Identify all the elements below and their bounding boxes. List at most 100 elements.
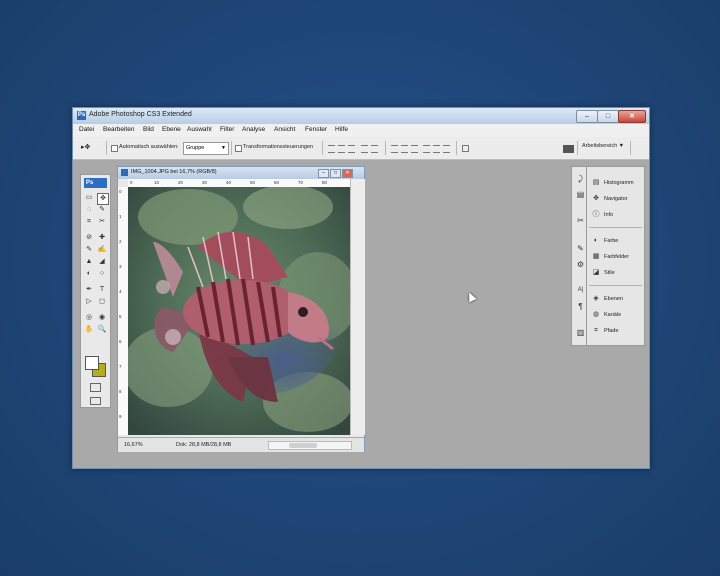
marquee-tool-icon[interactable]: ▭	[84, 193, 94, 203]
distribute-top-icon[interactable]	[391, 145, 398, 153]
history-panel-icon[interactable]: ⤸	[575, 173, 586, 184]
document-title-bar[interactable]: IMG_1004.JPG bei 16,7% (RGB/8) – □ ✕	[118, 167, 364, 179]
hand-tool-icon[interactable]: ✋	[84, 325, 94, 335]
shape-tool-icon[interactable]: ◻	[97, 297, 107, 307]
separator	[456, 141, 457, 155]
bridge-icon[interactable]	[563, 145, 574, 153]
panel-stile[interactable]: ◪ Stile	[591, 267, 643, 279]
transform-controls-checkbox[interactable]	[235, 145, 242, 152]
clone-stamp-tool-icon[interactable]: ✎	[84, 245, 94, 255]
document-status-bar: 16,67% Dok: 28,8 MB/28,8 MB	[118, 437, 364, 452]
auto-select-checkbox[interactable]	[111, 145, 118, 152]
swatches-icon: ▦	[592, 253, 600, 260]
workspace-button[interactable]: Arbeitsbereich ▼	[582, 143, 624, 149]
history-brush-tool-icon[interactable]: ✍	[97, 245, 107, 255]
minimize-button[interactable]: –	[576, 110, 598, 123]
panel-info[interactable]: ⓘ Info	[591, 209, 643, 221]
panel-farbe[interactable]: ◐ Farbe	[591, 235, 643, 247]
distribute-left-icon[interactable]	[423, 145, 430, 153]
panel-label: Farbfelder	[604, 254, 630, 260]
doc-maximize-button[interactable]: □	[330, 169, 341, 178]
distribute-right-icon[interactable]	[443, 145, 450, 153]
image-canvas[interactable]	[128, 187, 350, 435]
notes-tool-icon[interactable]: ◎	[84, 313, 94, 323]
panel-kanaele[interactable]: ◍ Kanäle	[591, 309, 643, 321]
brush-tool-icon[interactable]: ✚	[97, 233, 107, 243]
panel-histogramm[interactable]: ▤ Histogramm	[591, 177, 643, 189]
auto-select-label: Automatisch auswählen:	[119, 144, 179, 150]
horizontal-scrollbar[interactable]	[268, 441, 352, 450]
actions-panel-icon[interactable]: ▤	[575, 189, 586, 200]
eraser-tool-icon[interactable]: ▲	[84, 257, 94, 267]
menu-fenster[interactable]: Fenster	[305, 126, 327, 133]
magic-wand-tool-icon[interactable]: ✎	[97, 205, 107, 215]
auto-select-dropdown[interactable]: Gruppe ▼	[183, 142, 229, 155]
dodge-tool-icon[interactable]: ○	[97, 269, 107, 279]
align-bottom-icon[interactable]	[348, 145, 355, 153]
ruler-tick: 20	[178, 180, 184, 185]
clone-source-panel-icon[interactable]: ⚙	[575, 259, 586, 270]
character-panel-icon[interactable]: A|	[575, 285, 586, 296]
zoom-level-field[interactable]: 16,67%	[124, 442, 143, 448]
path-selection-tool-icon[interactable]: ▷	[84, 297, 94, 307]
ruler-tick: 2	[119, 239, 122, 244]
vertical-scrollbar[interactable]	[350, 179, 365, 435]
maximize-button[interactable]: □	[597, 110, 619, 123]
panel-label: Kanäle	[604, 312, 622, 318]
align-hcenter-icon[interactable]	[371, 145, 378, 153]
menu-ebene[interactable]: Ebene	[162, 126, 181, 133]
scrollbar-thumb[interactable]	[289, 443, 317, 448]
ruler-tick: 4	[119, 289, 122, 294]
menu-filter[interactable]: Filter	[220, 126, 234, 133]
ruler-tick: 8	[119, 389, 122, 394]
gradient-tool-icon[interactable]: ◢	[97, 257, 107, 267]
tool-presets-panel-icon[interactable]: ✂	[575, 215, 586, 226]
align-top-icon[interactable]	[328, 145, 335, 153]
menu-bild[interactable]: Bild	[143, 126, 154, 133]
healing-tool-icon[interactable]: ⊘	[84, 233, 94, 243]
panel-farbfelder[interactable]: ▦ Farbfelder	[591, 251, 643, 263]
align-left-icon[interactable]	[361, 145, 368, 153]
paragraph-panel-icon[interactable]: ¶	[575, 301, 586, 312]
panel-label: Info	[604, 212, 614, 218]
panel-label: Stile	[604, 270, 615, 276]
type-tool-icon[interactable]: T	[97, 285, 107, 295]
zoom-tool-icon[interactable]: 🔍	[97, 325, 107, 335]
move-tool-icon[interactable]: ✥	[97, 193, 109, 205]
distribute-hcenter-icon[interactable]	[433, 145, 440, 153]
distribute-vcenter-icon[interactable]	[401, 145, 408, 153]
separator	[106, 141, 107, 155]
foreground-color-swatch[interactable]	[85, 356, 99, 370]
separator	[630, 141, 631, 155]
panel-navigator[interactable]: ✥ Navigator	[591, 193, 643, 205]
screen-mode-icon[interactable]	[90, 397, 101, 405]
separator	[231, 141, 232, 155]
eyedropper-tool-icon[interactable]: ◉	[97, 313, 107, 323]
menu-analyse[interactable]: Analyse	[242, 126, 265, 133]
layer-comps-panel-icon[interactable]: ▥	[575, 327, 586, 338]
auto-align-icon[interactable]	[462, 145, 469, 152]
align-vcenter-icon[interactable]	[338, 145, 345, 153]
quick-mask-icon[interactable]	[90, 383, 101, 392]
doc-minimize-button[interactable]: –	[318, 169, 329, 178]
brushes-panel-icon[interactable]: ✎	[575, 243, 586, 254]
close-button[interactable]: ✕	[618, 110, 646, 123]
menu-ansicht[interactable]: Ansicht	[274, 126, 295, 133]
doc-close-button[interactable]: ✕	[342, 169, 353, 178]
move-tool-icon[interactable]: ▸✥	[81, 143, 90, 151]
pen-tool-icon[interactable]: ✒	[84, 285, 94, 295]
document-size-info[interactable]: Dok: 28,8 MB/28,8 MB	[176, 442, 231, 448]
menu-datei[interactable]: Datei	[79, 126, 94, 133]
menu-hilfe[interactable]: Hilfe	[335, 126, 348, 133]
group-value: Gruppe	[186, 145, 205, 151]
panel-pfade[interactable]: ⌗ Pfade	[591, 325, 643, 337]
title-bar[interactable]: Ps Adobe Photoshop CS3 Extended – □ ✕	[73, 108, 649, 124]
panel-ebenen[interactable]: ◈ Ebenen	[591, 293, 643, 305]
menu-bearbeiten[interactable]: Bearbeiten	[103, 126, 134, 133]
slice-tool-icon[interactable]: ✂	[97, 217, 107, 227]
crop-tool-icon[interactable]: ⌗	[84, 217, 94, 227]
lasso-tool-icon[interactable]: ◌	[84, 205, 94, 215]
menu-auswahl[interactable]: Auswahl	[187, 126, 212, 133]
distribute-bottom-icon[interactable]	[411, 145, 418, 153]
blur-tool-icon[interactable]: ◐	[84, 269, 94, 279]
